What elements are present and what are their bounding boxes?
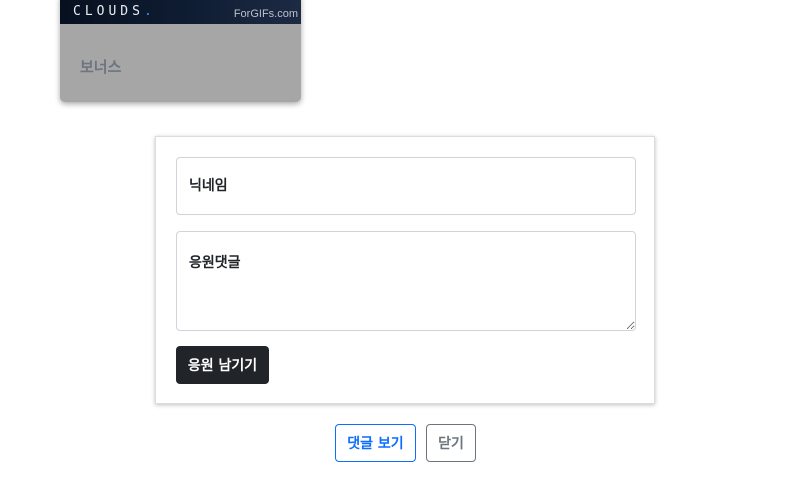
view-comments-button[interactable]: 댓글 보기 [335, 424, 416, 462]
comment-form: 응원 남기기 [155, 136, 655, 404]
bonus-card[interactable]: CLOUDS. ForGIFs.com 보너스 [60, 0, 301, 102]
card-label: 보너스 [80, 58, 122, 76]
card-image-title-text: CLOUDS [73, 4, 144, 19]
card-image-watermark: ForGIFs.com [233, 8, 298, 20]
nickname-input[interactable] [176, 157, 636, 215]
card-image-title-dot: . [143, 4, 156, 19]
comment-textarea[interactable] [176, 231, 636, 331]
submit-cheer-button[interactable]: 응원 남기기 [176, 346, 269, 384]
card-image: CLOUDS. ForGIFs.com [60, 0, 301, 24]
card-image-title: CLOUDS. [73, 5, 156, 18]
close-button[interactable]: 닫기 [426, 424, 476, 462]
